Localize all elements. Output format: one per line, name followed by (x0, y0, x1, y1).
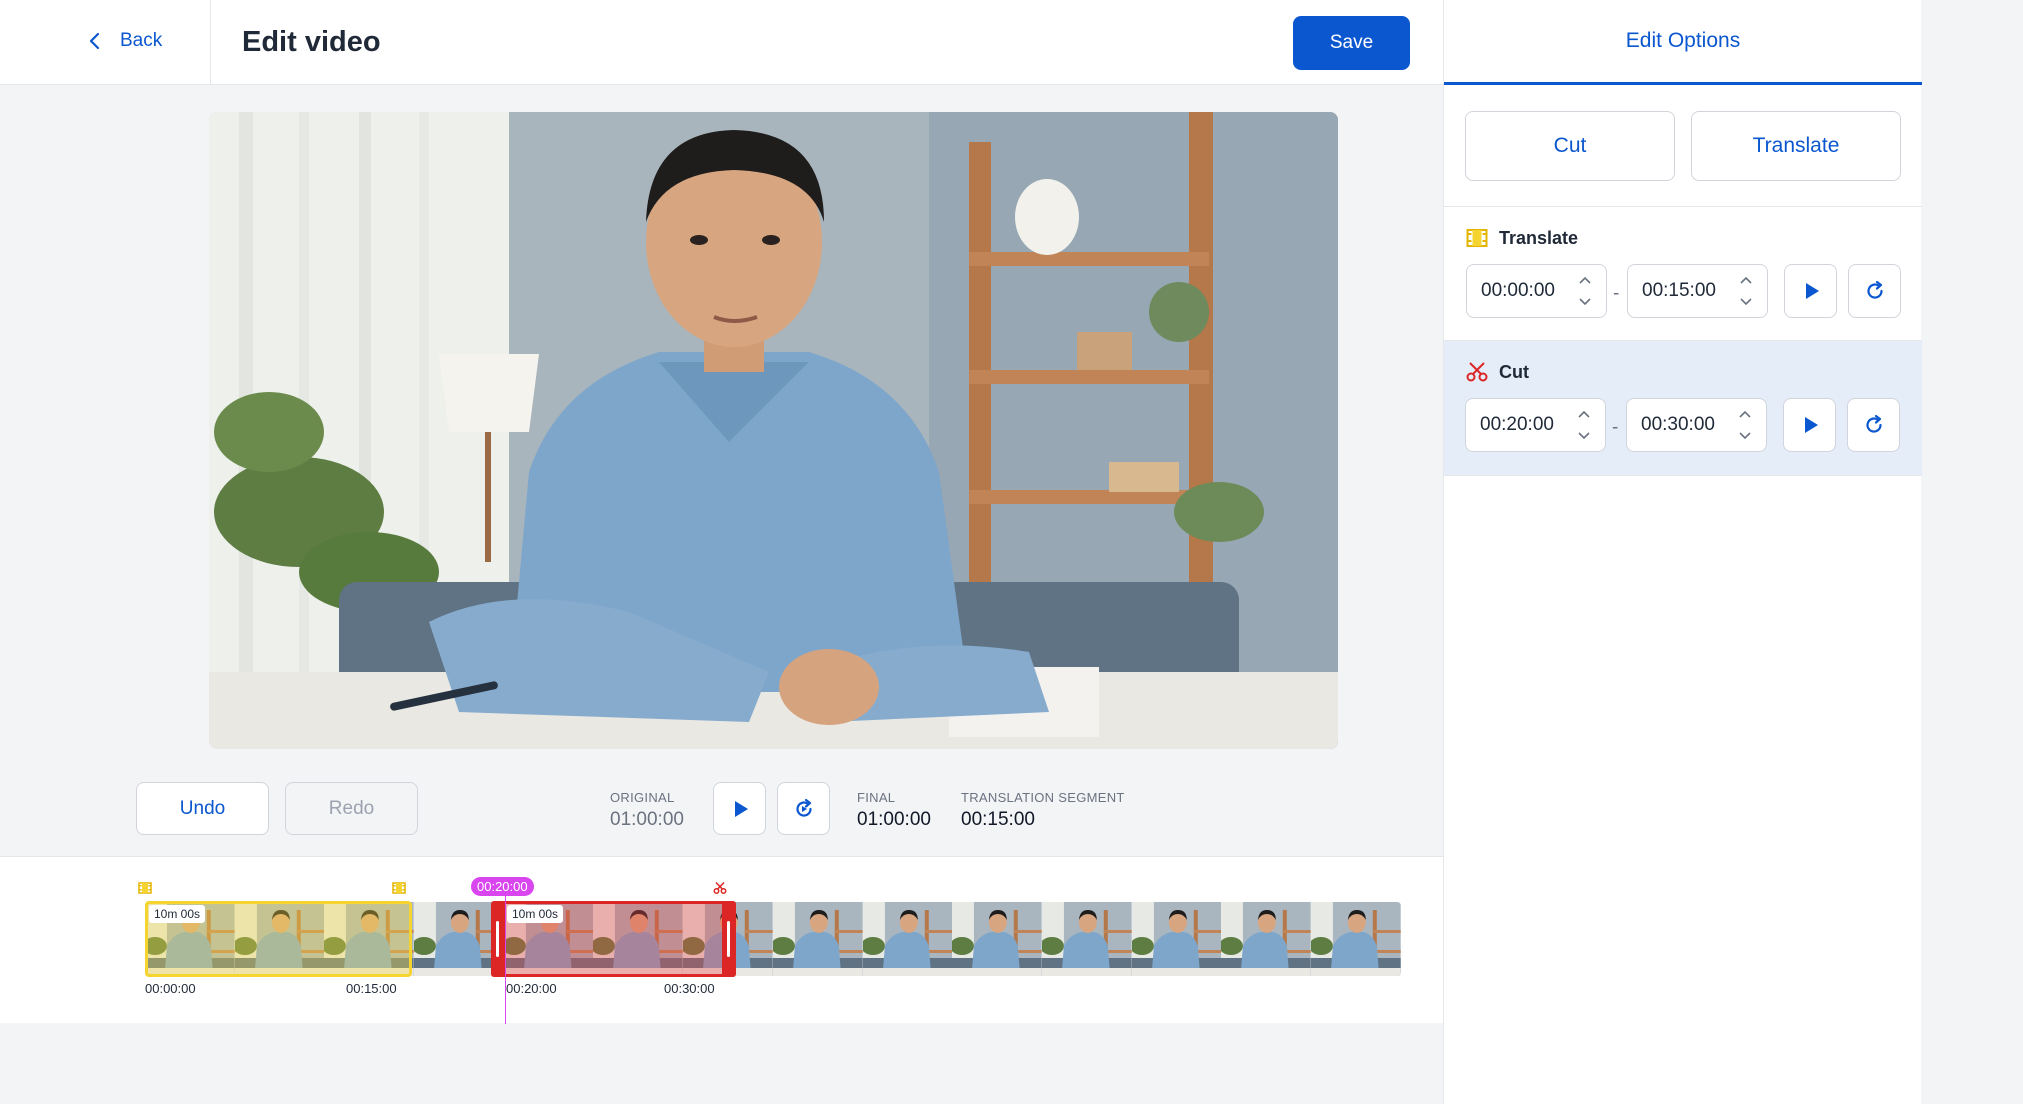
video-thumbnail (772, 902, 863, 976)
translate-end-input[interactable]: 00:15:00 (1627, 264, 1768, 318)
stepper-icon[interactable] (1578, 274, 1592, 308)
translate-duration-badge: 10m 00s (149, 905, 206, 923)
final-value: 01:00:00 (857, 809, 931, 830)
chevron-left-icon (89, 32, 100, 50)
stepper-icon[interactable] (1739, 274, 1753, 308)
replay-icon (795, 798, 812, 817)
save-button[interactable]: Save (1293, 16, 1410, 70)
scissors-icon (1466, 362, 1488, 382)
play-icon (734, 800, 748, 817)
video-preview[interactable] (209, 112, 1338, 749)
video-thumbnail (862, 902, 953, 976)
film-icon (392, 881, 406, 895)
back-label: Back (120, 30, 163, 51)
translate-reset-button[interactable] (1848, 264, 1901, 318)
final-duration: FINAL 01:00:00 (857, 790, 931, 831)
cut-end-handle[interactable] (722, 901, 736, 977)
back-button[interactable]: Back (88, 30, 162, 52)
play-button[interactable] (713, 782, 766, 835)
translate-row-label: Translate (1499, 227, 1579, 248)
time-tick: 00:30:00 (664, 981, 715, 996)
stepper-icon[interactable] (1738, 408, 1752, 442)
cut-end-value: 00:30:00 (1641, 414, 1715, 435)
cut-play-button[interactable] (1783, 398, 1836, 452)
translate-start-input[interactable]: 00:00:00 (1466, 264, 1607, 318)
video-thumbnail (1221, 902, 1311, 976)
undo-button[interactable]: Undo (136, 782, 269, 835)
translate-row-title: Translate (1466, 227, 1578, 249)
time-tick: 00:00:00 (145, 981, 196, 996)
range-separator: - (1613, 283, 1620, 304)
translate-start-value: 00:00:00 (1481, 280, 1555, 301)
cut-reset-button[interactable] (1847, 398, 1900, 452)
original-duration: ORIGINAL 01:00:00 (610, 790, 684, 831)
video-frame-image (209, 112, 1338, 749)
segment-label: TRANSLATION SEGMENT (961, 790, 1125, 805)
cut-start-handle[interactable] (491, 901, 505, 977)
translation-segment: TRANSLATION SEGMENT 00:15:00 (961, 790, 1125, 831)
translate-end-value: 00:15:00 (1642, 280, 1716, 301)
divider (1444, 475, 1922, 476)
playhead[interactable] (505, 892, 506, 1024)
translate-play-button[interactable] (1784, 264, 1837, 318)
add-translate-button[interactable]: Translate (1691, 111, 1901, 181)
cut-start-value: 00:20:00 (1480, 414, 1554, 435)
video-thumbnail (952, 902, 1042, 976)
time-tick: 00:20:00 (506, 981, 557, 996)
original-label: ORIGINAL (610, 790, 675, 805)
video-thumbnail (1041, 902, 1132, 976)
scissors-icon (713, 881, 727, 895)
page-title: Edit video (242, 26, 381, 58)
play-icon (1805, 283, 1819, 299)
replay-button[interactable] (777, 782, 830, 835)
translate-edit-row[interactable]: Translate 00:00:00 - 00:15:00 (1444, 207, 1922, 341)
cut-duration-badge: 10m 00s (507, 905, 564, 923)
video-thumbnail (1131, 902, 1222, 976)
cut-row-label: Cut (1499, 361, 1529, 382)
film-icon (138, 881, 152, 895)
tab-edit-options[interactable]: Edit Options (1444, 0, 1922, 85)
segment-value: 00:15:00 (961, 809, 1035, 830)
video-thumbnail (1310, 902, 1401, 976)
timeline[interactable]: 10m 00s 10m 00s 00:20:00 00:00:00 00:15:… (0, 856, 1443, 1024)
cut-row-title: Cut (1466, 361, 1529, 383)
original-value: 01:00:00 (610, 809, 684, 830)
header-divider (210, 0, 211, 85)
refresh-icon (1865, 414, 1882, 433)
time-tick: 00:15:00 (346, 981, 397, 996)
refresh-icon (1866, 280, 1883, 299)
cut-edit-row[interactable]: Cut 00:20:00 - 00:30:00 (1444, 341, 1922, 475)
film-icon (1466, 229, 1488, 247)
final-label: FINAL (857, 790, 896, 805)
top-bar: Back Edit video Save (0, 0, 1443, 85)
cut-end-input[interactable]: 00:30:00 (1626, 398, 1767, 452)
range-separator: - (1612, 417, 1619, 438)
playhead-time: 00:20:00 (471, 877, 534, 896)
stepper-icon[interactable] (1577, 408, 1591, 442)
edit-options-panel: Edit Options Cut Translate Translate 00:… (1443, 0, 1922, 1104)
cut-start-input[interactable]: 00:20:00 (1465, 398, 1606, 452)
play-icon (1804, 417, 1818, 433)
add-cut-button[interactable]: Cut (1465, 111, 1675, 181)
redo-button: Redo (285, 782, 418, 835)
